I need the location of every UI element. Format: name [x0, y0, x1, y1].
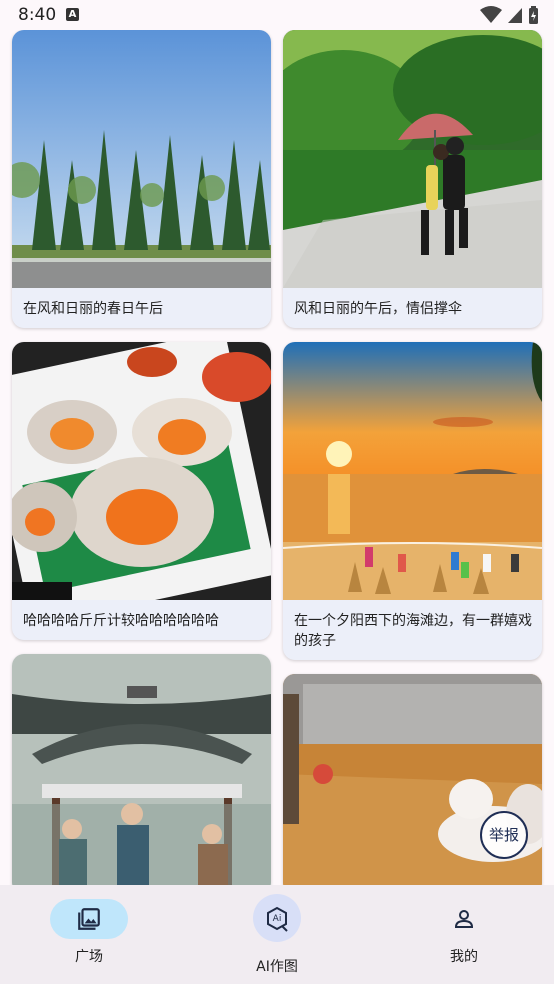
notification-icon: A [66, 8, 79, 21]
feed-card[interactable]: 在风和日丽的春日午后 [12, 30, 271, 328]
nav-item-ai-draw[interactable]: Ai AI作图 [207, 885, 347, 984]
svg-text:Ai: Ai [273, 914, 282, 924]
report-button[interactable]: 举报 [480, 811, 528, 859]
card-image-sunset-beach [283, 342, 542, 600]
signal-icon [507, 8, 522, 23]
person-icon [454, 910, 474, 928]
card-caption: 在一个夕阳西下的海滩边，有一群嬉戏的孩子 [294, 613, 532, 649]
system-icons [479, 6, 540, 24]
feed-card[interactable]: 哈哈哈哈斤斤计较哈哈哈哈哈哈 [12, 342, 271, 640]
battery-icon [529, 6, 538, 24]
nav-item-plaza[interactable]: 广场 [19, 885, 159, 984]
status-time: 8:40 [18, 5, 57, 25]
card-image-ancient-pavilion [12, 654, 271, 885]
card-caption: 在风和日丽的春日午后 [23, 301, 163, 317]
feed-card[interactable] [12, 654, 271, 885]
bottom-nav: 广场 Ai AI作图 我的 [0, 885, 554, 984]
image-feed[interactable]: 在风和日丽的春日午后 风和日丽的午后，情侣撑伞 哈哈哈哈斤斤计较哈哈哈哈哈哈 在… [0, 30, 554, 885]
nav-label: 广场 [75, 949, 103, 965]
nav-item-mine[interactable]: 我的 [394, 885, 534, 984]
card-caption: 哈哈哈哈斤斤计较哈哈哈哈哈哈 [23, 613, 219, 629]
nav-label: 我的 [450, 949, 478, 965]
feed-card[interactable]: 风和日丽的午后，情侣撑伞 [283, 30, 542, 328]
ai-draw-icon: Ai [253, 894, 301, 942]
card-image-abalone [12, 342, 271, 600]
nav-label: AI作图 [256, 959, 298, 975]
card-image-couple-umbrella [283, 30, 542, 288]
gallery-icon [78, 908, 100, 930]
status-bar: 8:40 A [0, 0, 554, 30]
feed-card[interactable]: 在一个夕阳西下的海滩边，有一群嬉戏的孩子 [283, 342, 542, 660]
card-caption: 风和日丽的午后，情侣撑伞 [294, 301, 462, 317]
card-image-spring-trees [12, 30, 271, 288]
wifi-icon [479, 6, 502, 23]
